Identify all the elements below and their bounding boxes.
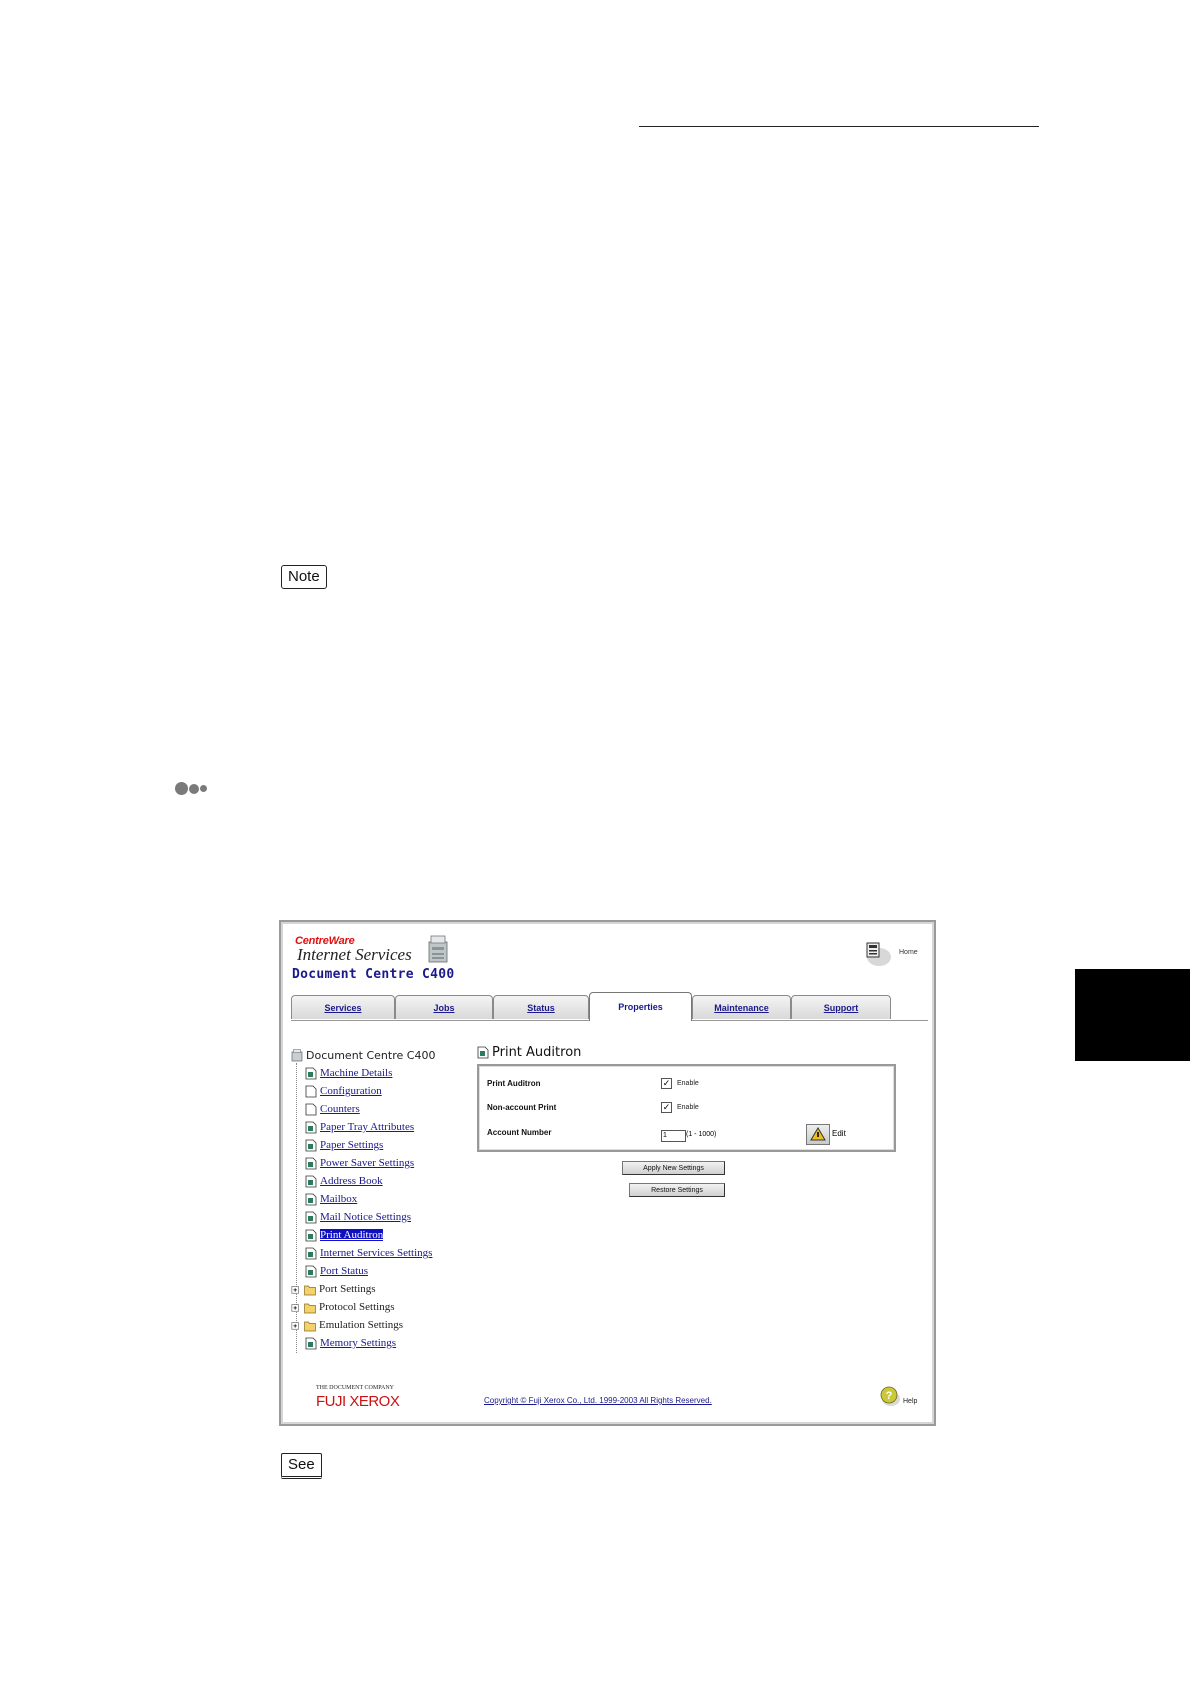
edit-label[interactable]: Edit xyxy=(832,1129,846,1138)
device-icon xyxy=(291,1048,303,1061)
tree-item-label: Paper Settings xyxy=(320,1139,384,1151)
apply-new-settings-button[interactable]: Apply New Settings xyxy=(622,1161,725,1175)
page-icon xyxy=(305,1247,317,1259)
tree-item-label: Paper Tray Attributes xyxy=(320,1121,415,1133)
tree-item-port-status[interactable]: Port Status xyxy=(291,1262,481,1280)
tree-root[interactable]: Document Centre C400 xyxy=(291,1046,481,1064)
tree-item-address-book[interactable]: Address Book xyxy=(291,1172,481,1190)
tree-item-protocol-settings[interactable]: Protocol Settings xyxy=(291,1298,481,1316)
panel-title-text: Print Auditron xyxy=(492,1045,582,1060)
svg-text:?: ? xyxy=(886,1390,893,1402)
header-rule xyxy=(639,126,1039,127)
folder-icon xyxy=(304,1321,316,1331)
page-icon xyxy=(305,1265,317,1277)
account-number-label: Account Number xyxy=(487,1128,552,1137)
tab-maintenance[interactable]: Maintenance xyxy=(692,995,791,1019)
tree-item-label: Mailbox xyxy=(320,1193,358,1205)
auditron-settings-box: Print Auditron ✓ Enable Non-account Prin… xyxy=(477,1064,896,1152)
tree-item-memory-settings[interactable]: Memory Settings xyxy=(291,1334,481,1352)
tree-item-mailbox[interactable]: Mailbox xyxy=(291,1190,481,1208)
company-tagline: THE DOCUMENT COMPANY xyxy=(316,1385,395,1391)
account-number-range: (1 - 1000) xyxy=(686,1131,717,1138)
chapter-tab xyxy=(1075,969,1190,1061)
page-icon xyxy=(305,1337,317,1349)
folder-icon xyxy=(304,1285,316,1295)
tree-item-label: Configuration xyxy=(320,1085,382,1097)
fuji-xerox-logo: FUJI XEROX xyxy=(316,1393,400,1410)
page-icon xyxy=(305,1067,317,1079)
tab-services[interactable]: Services xyxy=(291,995,395,1019)
tree-item-mail-notice-settings[interactable]: Mail Notice Settings xyxy=(291,1208,481,1226)
tab-bar: Services Jobs Status Properties Maintena… xyxy=(291,992,928,1021)
page-icon xyxy=(305,1121,317,1133)
tab-jobs[interactable]: Jobs xyxy=(395,995,493,1019)
help-label[interactable]: Help xyxy=(903,1398,917,1405)
app-title: Internet Services xyxy=(297,945,412,964)
tree-item-label: Port Status xyxy=(320,1265,368,1277)
tree-item-paper-settings[interactable]: Paper Settings xyxy=(291,1136,481,1154)
tree-root-label: Document Centre C400 xyxy=(306,1048,436,1062)
tree-item-label: Protocol Settings xyxy=(319,1301,395,1313)
note-label: Note xyxy=(281,565,327,589)
properties-tree: Document Centre C400 Machine Details Con… xyxy=(291,1046,481,1353)
tree-item-configuration[interactable]: Configuration xyxy=(291,1082,481,1100)
page-icon xyxy=(305,1175,317,1187)
tree-item-label: Counters xyxy=(320,1103,360,1115)
tab-properties[interactable]: Properties xyxy=(589,992,692,1021)
section-bullet-icon xyxy=(175,782,207,795)
tab-support[interactable]: Support xyxy=(791,995,891,1019)
home-label[interactable]: Home xyxy=(899,949,918,956)
print-auditron-label: Print Auditron xyxy=(487,1079,541,1088)
blank-page-icon xyxy=(305,1103,317,1115)
tree-item-label: Machine Details xyxy=(320,1067,393,1079)
tree-item-power-saver-settings[interactable]: Power Saver Settings xyxy=(291,1154,481,1172)
tree-item-paper-tray-attributes[interactable]: Paper Tray Attributes xyxy=(291,1118,481,1136)
folder-icon xyxy=(304,1303,316,1313)
blank-page-icon xyxy=(305,1085,317,1097)
tree-item-label: Print Auditron xyxy=(320,1229,384,1241)
device-name: Document Centre C400 xyxy=(292,967,455,982)
tree-item-label: Power Saver Settings xyxy=(320,1157,415,1169)
tree-item-label: Address Book xyxy=(320,1175,383,1187)
edit-icon[interactable] xyxy=(806,1124,830,1145)
print-auditron-enable-label: Enable xyxy=(677,1080,699,1087)
internet-services-screenshot: CentreWare Internet Services Document Ce… xyxy=(279,920,936,1426)
tree-item-label: Mail Notice Settings xyxy=(320,1211,412,1223)
page-icon xyxy=(305,1157,317,1169)
page-icon xyxy=(477,1046,489,1059)
expand-plus-icon[interactable] xyxy=(291,1301,301,1314)
page-icon xyxy=(305,1139,317,1151)
restore-settings-button[interactable]: Restore Settings xyxy=(629,1183,725,1197)
tree-item-label: Port Settings xyxy=(319,1283,376,1295)
account-number-input[interactable]: 1 xyxy=(661,1130,686,1142)
home-icon[interactable] xyxy=(863,939,893,967)
non-account-print-checkbox[interactable]: ✓ xyxy=(661,1102,672,1113)
copyright-link[interactable]: Copyright © Fuji Xerox Co., Ltd. 1999-20… xyxy=(484,1396,712,1405)
tab-status[interactable]: Status xyxy=(493,995,589,1019)
page-icon xyxy=(305,1193,317,1205)
printer-icon xyxy=(428,935,448,963)
tree-item-print-auditron[interactable]: Print Auditron xyxy=(291,1226,481,1244)
expand-plus-icon[interactable] xyxy=(291,1283,301,1296)
print-auditron-checkbox[interactable]: ✓ xyxy=(661,1078,672,1089)
tree-item-internet-services-settings[interactable]: Internet Services Settings xyxy=(291,1244,481,1262)
tree-item-counters[interactable]: Counters xyxy=(291,1100,481,1118)
tree-item-machine-details[interactable]: Machine Details xyxy=(291,1064,481,1082)
tree-item-label: Internet Services Settings xyxy=(320,1247,433,1259)
expand-plus-icon[interactable] xyxy=(291,1319,301,1332)
panel-title: Print Auditron xyxy=(477,1045,581,1060)
see-label: See xyxy=(281,1453,322,1479)
page-icon xyxy=(305,1229,317,1241)
non-account-print-label: Non-account Print xyxy=(487,1103,557,1112)
tree-item-port-settings[interactable]: Port Settings xyxy=(291,1280,481,1298)
tree-item-label: Memory Settings xyxy=(320,1337,397,1349)
tree-item-emulation-settings[interactable]: Emulation Settings xyxy=(291,1316,481,1334)
tree-item-label: Emulation Settings xyxy=(319,1319,404,1331)
help-icon[interactable]: ? xyxy=(879,1385,901,1407)
page-icon xyxy=(305,1211,317,1223)
non-account-print-enable-label: Enable xyxy=(677,1104,699,1111)
